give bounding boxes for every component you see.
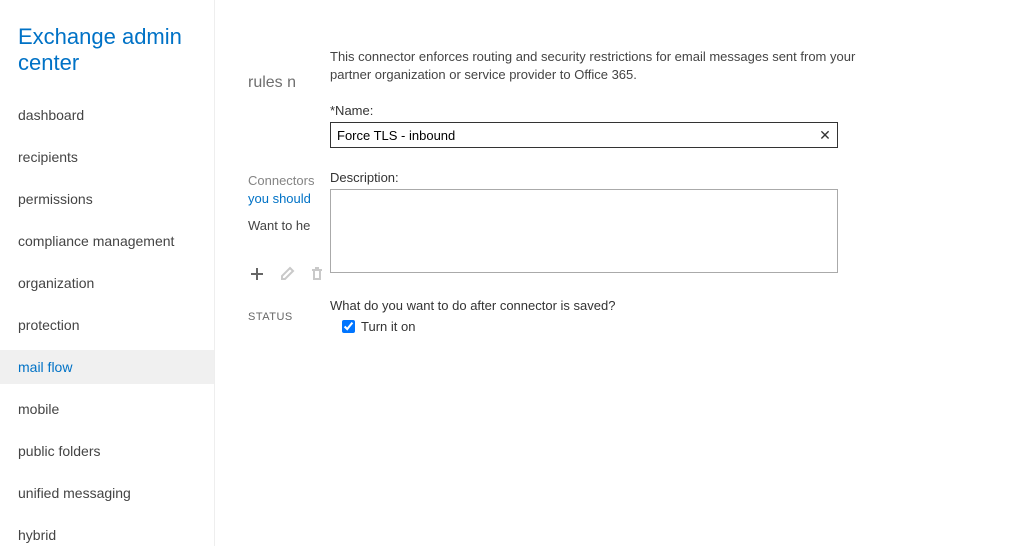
name-input[interactable]	[331, 124, 813, 147]
nav-item-organization[interactable]: organization	[0, 266, 214, 300]
description-textarea[interactable]	[330, 189, 838, 273]
you-should-link[interactable]: you should	[248, 190, 328, 208]
nav-item-public-folders[interactable]: public folders	[0, 434, 214, 468]
nav-item-compliance-management[interactable]: compliance management	[0, 224, 214, 258]
tab-rules[interactable]: rules n	[248, 74, 328, 92]
turn-it-on-label: Turn it on	[361, 319, 415, 334]
connector-form: This connector enforces routing and secu…	[330, 48, 890, 334]
nav-item-dashboard[interactable]: dashboard	[0, 98, 214, 132]
nav-item-recipients[interactable]: recipients	[0, 140, 214, 174]
brand-title: Exchange admin center	[0, 0, 214, 92]
nav-item-mail-flow[interactable]: mail flow	[0, 350, 214, 384]
intro-text: This connector enforces routing and secu…	[330, 48, 890, 83]
plus-icon	[249, 266, 265, 282]
turn-it-on-checkbox[interactable]	[342, 320, 355, 333]
add-button[interactable]	[248, 265, 266, 283]
close-icon: ✕	[819, 127, 831, 144]
nav-item-mobile[interactable]: mobile	[0, 392, 214, 426]
nav-item-permissions[interactable]: permissions	[0, 182, 214, 216]
name-input-wrap: ✕	[330, 122, 838, 148]
trash-icon	[309, 266, 325, 282]
middle-column: rules n Connectors you should Want to he…	[248, 74, 328, 323]
want-to-text: Want to he	[248, 217, 328, 235]
toolbar	[248, 265, 328, 283]
status-heading: STATUS	[248, 311, 328, 323]
pencil-icon	[279, 266, 295, 282]
sidebar: Exchange admin center dashboard recipient…	[0, 0, 215, 546]
nav-item-unified-messaging[interactable]: unified messaging	[0, 476, 214, 510]
delete-button[interactable]	[308, 265, 326, 283]
after-saved-question: What do you want to do after connector i…	[330, 298, 890, 313]
description-label: Description:	[330, 170, 890, 185]
name-label: *Name:	[330, 103, 890, 118]
nav-item-hybrid[interactable]: hybrid	[0, 518, 214, 552]
turn-it-on-row[interactable]: Turn it on	[330, 319, 890, 334]
clear-name-button[interactable]: ✕	[813, 123, 837, 147]
connectors-label: Connectors	[248, 172, 328, 190]
nav-list: dashboard recipients permissions compliance…	[0, 98, 214, 552]
nav-item-protection[interactable]: protection	[0, 308, 214, 342]
edit-button[interactable]	[278, 265, 296, 283]
